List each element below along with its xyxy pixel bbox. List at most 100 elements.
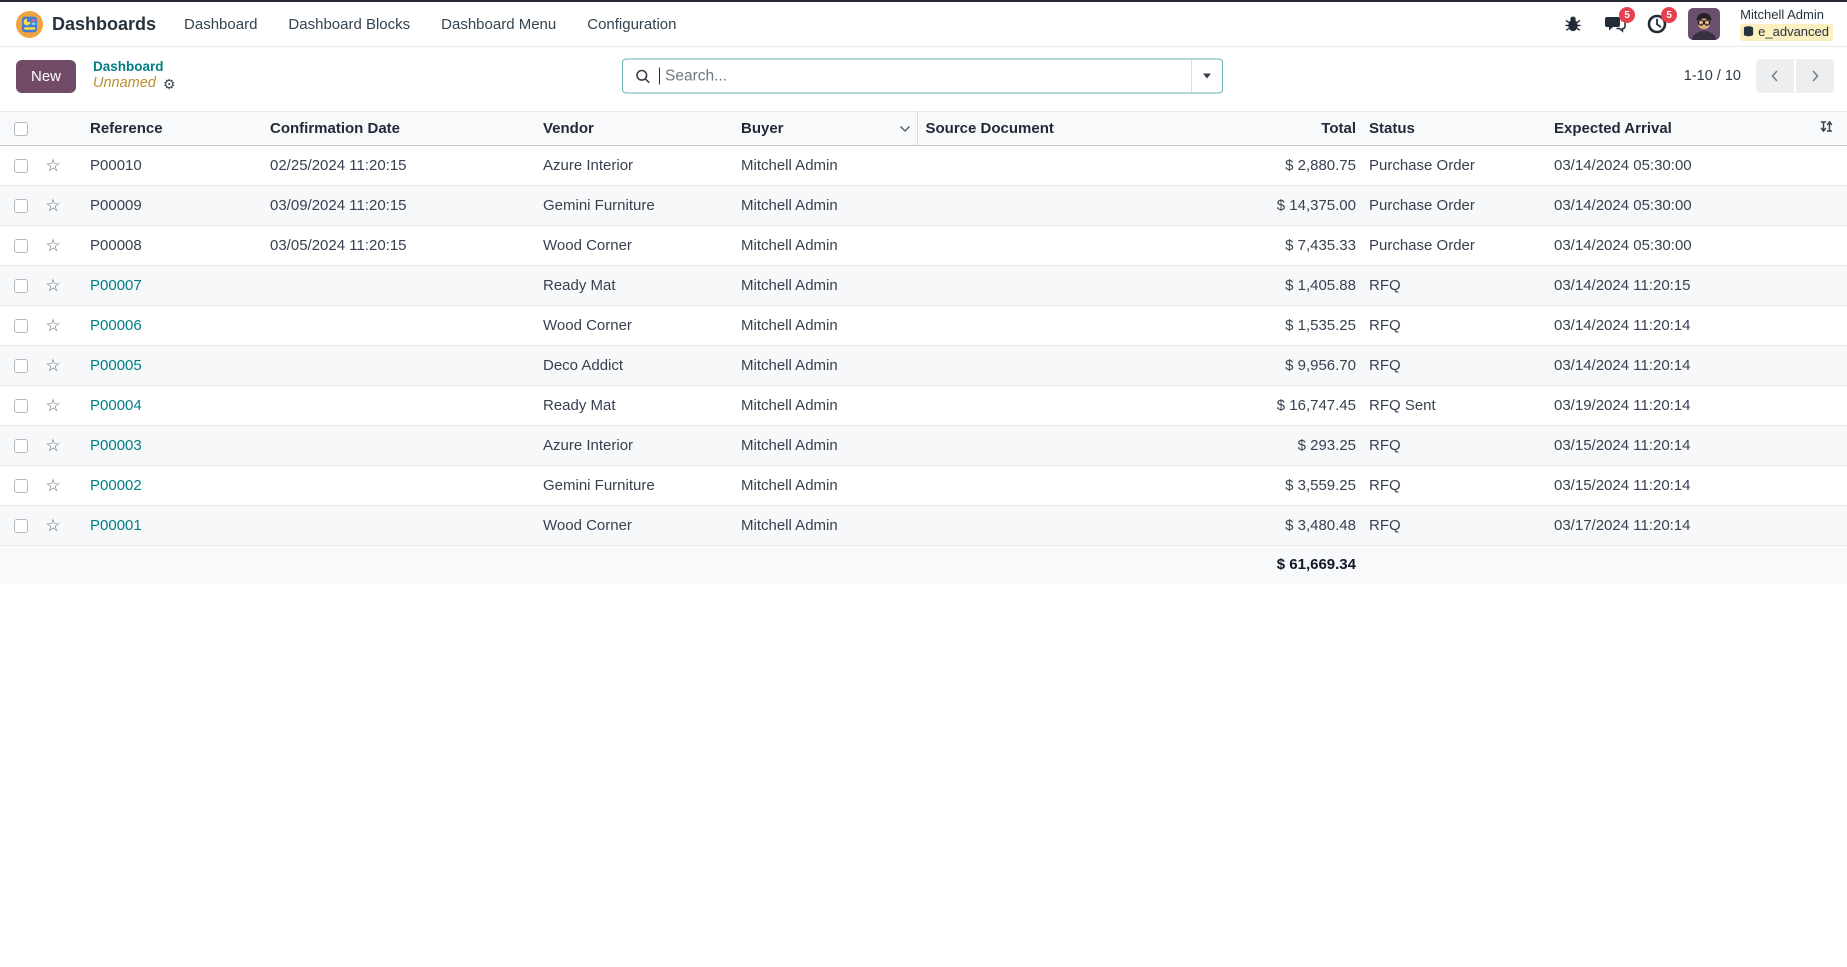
cell-vendor[interactable]: Wood Corner <box>543 506 741 546</box>
row-checkbox[interactable] <box>14 479 28 493</box>
column-header-source-document[interactable]: Source Document <box>917 112 1155 146</box>
table-row[interactable]: ☆ P00003 Azure InteriorMitchell Admin $ 293… <box>0 426 1847 466</box>
cell-source-document[interactable] <box>917 266 1155 306</box>
cell-status[interactable]: Purchase Order <box>1365 186 1547 226</box>
cell-vendor[interactable]: Deco Addict <box>543 346 741 386</box>
cell-buyer[interactable]: Mitchell Admin <box>741 146 917 186</box>
cell-total[interactable]: $ 293.25 <box>1155 426 1365 466</box>
cell-reference[interactable]: P00002 <box>68 466 270 506</box>
cell-buyer[interactable]: Mitchell Admin <box>741 426 917 466</box>
cell-confirmation-date[interactable]: 03/05/2024 11:20:15 <box>270 226 543 266</box>
cell-status[interactable]: RFQ <box>1365 426 1547 466</box>
cell-reference[interactable]: P00008 <box>68 226 270 266</box>
gear-icon[interactable]: ⚙ <box>163 77 176 91</box>
cell-source-document[interactable] <box>917 386 1155 426</box>
favorite-star-icon[interactable]: ☆ <box>45 276 60 296</box>
menu-item-dashboard-blocks[interactable]: Dashboard Blocks <box>288 16 410 33</box>
row-star-cell[interactable]: ☆ <box>38 226 68 266</box>
cell-total[interactable]: $ 14,375.00 <box>1155 186 1365 226</box>
menu-item-dashboard[interactable]: Dashboard <box>184 16 257 33</box>
favorite-star-icon[interactable]: ☆ <box>45 436 60 456</box>
favorite-star-icon[interactable]: ☆ <box>45 236 60 256</box>
pager-previous-button[interactable] <box>1756 59 1794 93</box>
pager-next-button[interactable] <box>1796 59 1834 93</box>
row-select-cell[interactable] <box>0 466 38 506</box>
row-star-cell[interactable]: ☆ <box>38 146 68 186</box>
cell-reference[interactable]: P00003 <box>68 426 270 466</box>
cell-status[interactable]: RFQ <box>1365 346 1547 386</box>
table-row[interactable]: ☆P0001002/25/2024 11:20:15Azure Interior… <box>0 146 1847 186</box>
row-select-cell[interactable] <box>0 146 38 186</box>
select-all-checkbox[interactable] <box>14 122 28 136</box>
row-select-cell[interactable] <box>0 306 38 346</box>
cell-reference[interactable]: P00010 <box>68 146 270 186</box>
cell-total[interactable]: $ 3,480.48 <box>1155 506 1365 546</box>
cell-vendor[interactable]: Wood Corner <box>543 306 741 346</box>
row-select-cell[interactable] <box>0 426 38 466</box>
cell-confirmation-date[interactable] <box>270 466 543 506</box>
column-header-expected-arrival[interactable]: Expected Arrival <box>1547 112 1795 146</box>
activities-clock-icon[interactable]: 5 <box>1646 13 1668 35</box>
cell-confirmation-date[interactable]: 03/09/2024 11:20:15 <box>270 186 543 226</box>
cell-status[interactable]: Purchase Order <box>1365 226 1547 266</box>
column-header-status[interactable]: Status <box>1365 112 1547 146</box>
row-checkbox[interactable] <box>14 359 28 373</box>
cell-status[interactable]: RFQ <box>1365 466 1547 506</box>
cell-source-document[interactable] <box>917 306 1155 346</box>
cell-buyer[interactable]: Mitchell Admin <box>741 306 917 346</box>
cell-reference[interactable]: P00007 <box>68 266 270 306</box>
debug-bug-icon[interactable] <box>1562 13 1584 35</box>
cell-total[interactable]: $ 1,405.88 <box>1155 266 1365 306</box>
cell-confirmation-date[interactable] <box>270 386 543 426</box>
table-row[interactable]: ☆P0000903/09/2024 11:20:15Gemini Furnitu… <box>0 186 1847 226</box>
cell-vendor[interactable]: Azure Interior <box>543 146 741 186</box>
cell-vendor[interactable]: Azure Interior <box>543 426 741 466</box>
cell-confirmation-date[interactable] <box>270 426 543 466</box>
row-star-cell[interactable]: ☆ <box>38 386 68 426</box>
optional-columns-cell[interactable] <box>1795 112 1847 146</box>
row-checkbox[interactable] <box>14 399 28 413</box>
row-select-cell[interactable] <box>0 186 38 226</box>
cell-source-document[interactable] <box>917 146 1155 186</box>
cell-expected-arrival[interactable]: 03/15/2024 11:20:14 <box>1547 426 1795 466</box>
user-menu[interactable]: Mitchell Admin e_advanced <box>1740 7 1833 42</box>
cell-buyer[interactable]: Mitchell Admin <box>741 506 917 546</box>
cell-status[interactable]: RFQ <box>1365 266 1547 306</box>
row-checkbox[interactable] <box>14 239 28 253</box>
cell-source-document[interactable] <box>917 466 1155 506</box>
cell-status[interactable]: RFQ <box>1365 306 1547 346</box>
cell-total[interactable]: $ 9,956.70 <box>1155 346 1365 386</box>
column-header-vendor[interactable]: Vendor <box>543 112 741 146</box>
row-star-cell[interactable]: ☆ <box>38 306 68 346</box>
cell-total[interactable]: $ 2,880.75 <box>1155 146 1365 186</box>
table-row[interactable]: ☆P00005Deco AddictMitchell Admin$ 9,956.… <box>0 346 1847 386</box>
cell-vendor[interactable]: Gemini Furniture <box>543 186 741 226</box>
favorite-star-icon[interactable]: ☆ <box>45 316 60 336</box>
cell-buyer[interactable]: Mitchell Admin <box>741 226 917 266</box>
cell-expected-arrival[interactable]: 03/14/2024 11:20:14 <box>1547 306 1795 346</box>
favorite-star-icon[interactable]: ☆ <box>45 476 60 496</box>
cell-confirmation-date[interactable] <box>270 346 543 386</box>
cell-expected-arrival[interactable]: 03/17/2024 11:20:14 <box>1547 506 1795 546</box>
favorite-star-icon[interactable]: ☆ <box>45 356 60 376</box>
row-star-cell[interactable]: ☆ <box>38 506 68 546</box>
cell-expected-arrival[interactable]: 03/14/2024 11:20:14 <box>1547 346 1795 386</box>
row-star-cell[interactable]: ☆ <box>38 186 68 226</box>
user-avatar[interactable] <box>1688 8 1720 40</box>
table-row[interactable]: ☆P00006Wood CornerMitchell Admin$ 1,535.… <box>0 306 1847 346</box>
cell-expected-arrival[interactable]: 03/19/2024 11:20:14 <box>1547 386 1795 426</box>
column-header-confirmation-date[interactable]: Confirmation Date <box>270 112 543 146</box>
column-header-total[interactable]: Total <box>1155 112 1365 146</box>
row-checkbox[interactable] <box>14 199 28 213</box>
favorite-star-icon[interactable]: ☆ <box>45 396 60 416</box>
cell-buyer[interactable]: Mitchell Admin <box>741 466 917 506</box>
table-row[interactable]: ☆P0000803/05/2024 11:20:15Wood CornerMit… <box>0 226 1847 266</box>
cell-vendor[interactable]: Gemini Furniture <box>543 466 741 506</box>
cell-source-document[interactable] <box>917 226 1155 266</box>
cell-source-document[interactable] <box>917 186 1155 226</box>
row-star-cell[interactable]: ☆ <box>38 346 68 386</box>
cell-confirmation-date[interactable] <box>270 266 543 306</box>
cell-reference[interactable]: P00004 <box>68 386 270 426</box>
table-row[interactable]: ☆P00007Ready MatMitchell Admin$ 1,405.88… <box>0 266 1847 306</box>
cell-confirmation-date[interactable] <box>270 306 543 346</box>
